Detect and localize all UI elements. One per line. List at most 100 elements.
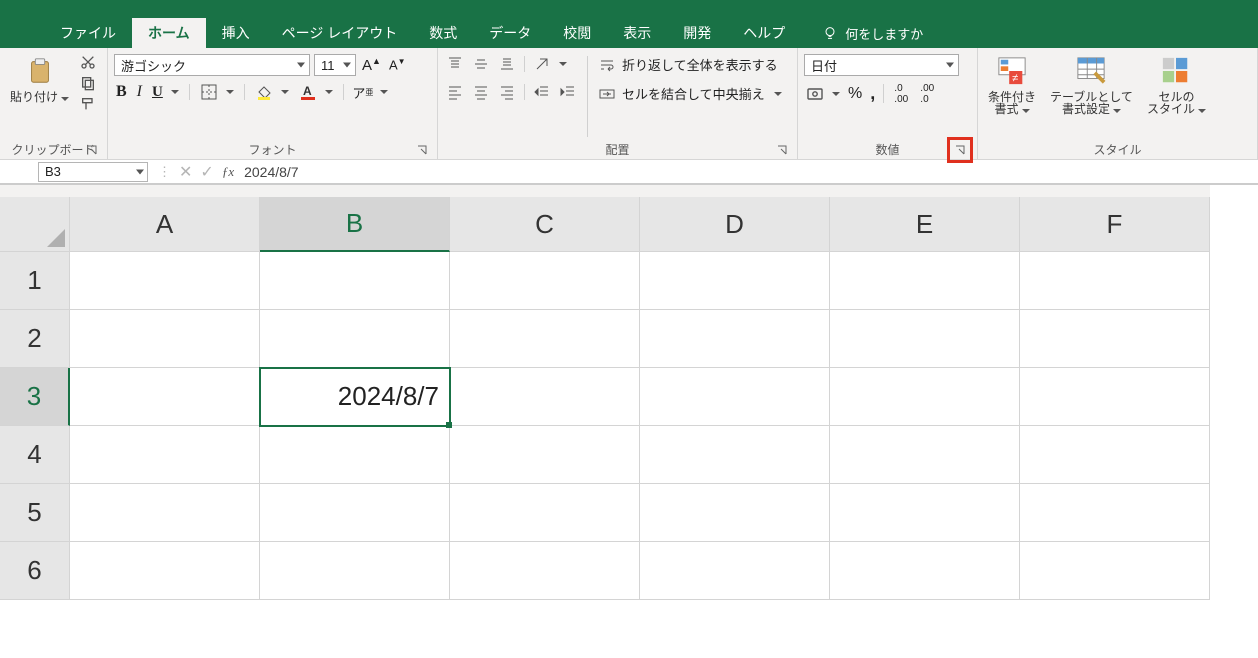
- row-header-1[interactable]: 1: [0, 252, 70, 310]
- increase-indent-button[interactable]: [557, 82, 579, 102]
- copy-button[interactable]: [79, 75, 97, 93]
- borders-button[interactable]: [198, 82, 236, 102]
- conditional-format-button[interactable]: ≠ 条件付き 書式: [984, 54, 1040, 117]
- align-bottom-button[interactable]: [496, 54, 518, 74]
- formulas-tab[interactable]: 数式: [413, 18, 473, 48]
- row-header-5[interactable]: 5: [0, 484, 70, 542]
- cell-c4[interactable]: [450, 426, 640, 484]
- col-header-b[interactable]: B: [260, 197, 450, 252]
- formula-bar-input[interactable]: 2024/8/7: [234, 164, 1258, 180]
- data-tab[interactable]: データ: [473, 18, 547, 48]
- cell-e6[interactable]: [830, 542, 1020, 600]
- wrap-text-button[interactable]: 折り返して全体を表示する: [596, 54, 784, 75]
- merge-center-button[interactable]: セルを結合して中央揃え: [596, 83, 784, 104]
- cell-a2[interactable]: [70, 310, 260, 368]
- italic-button[interactable]: I: [135, 82, 144, 102]
- comma-button[interactable]: ,: [868, 82, 877, 105]
- cell-a4[interactable]: [70, 426, 260, 484]
- col-header-d[interactable]: D: [640, 197, 830, 252]
- cell-b4[interactable]: [260, 426, 450, 484]
- name-box[interactable]: B3: [38, 162, 148, 182]
- accounting-format-button[interactable]: [804, 82, 842, 105]
- cell-d2[interactable]: [640, 310, 830, 368]
- cell-d1[interactable]: [640, 252, 830, 310]
- cell-b5[interactable]: [260, 484, 450, 542]
- row-header-3[interactable]: 3: [0, 368, 70, 426]
- format-as-table-button[interactable]: テーブルとして 書式設定: [1046, 54, 1137, 117]
- insert-tab[interactable]: 挿入: [206, 18, 266, 48]
- cell-f3[interactable]: [1020, 368, 1210, 426]
- tell-me[interactable]: 何をしますか: [821, 18, 923, 48]
- orientation-button[interactable]: [531, 54, 569, 74]
- cell-e4[interactable]: [830, 426, 1020, 484]
- cell-c2[interactable]: [450, 310, 640, 368]
- cell-a5[interactable]: [70, 484, 260, 542]
- cell-d6[interactable]: [640, 542, 830, 600]
- cell-d4[interactable]: [640, 426, 830, 484]
- align-right-button[interactable]: [496, 82, 518, 102]
- font-color-button[interactable]: A: [297, 82, 335, 102]
- developer-tab[interactable]: 開発: [667, 18, 727, 48]
- decrease-decimal-button[interactable]: .00.0: [916, 82, 938, 105]
- cell-f6[interactable]: [1020, 542, 1210, 600]
- shrink-font-button[interactable]: A▼: [387, 56, 408, 73]
- format-painter-button[interactable]: [79, 96, 97, 114]
- col-header-f[interactable]: F: [1020, 197, 1210, 252]
- row-header-4[interactable]: 4: [0, 426, 70, 484]
- review-tab[interactable]: 校閲: [547, 18, 607, 48]
- cell-d5[interactable]: [640, 484, 830, 542]
- cancel-formula-button[interactable]: ✕: [179, 162, 192, 182]
- cell-d3[interactable]: [640, 368, 830, 426]
- increase-decimal-button[interactable]: .0.00: [890, 82, 912, 105]
- cell-c1[interactable]: [450, 252, 640, 310]
- cell-f4[interactable]: [1020, 426, 1210, 484]
- row-header-6[interactable]: 6: [0, 542, 70, 600]
- spreadsheet-grid[interactable]: A B C D E F 1 2 3 2024/8/7 4 5 6: [0, 184, 1258, 600]
- col-header-a[interactable]: A: [70, 197, 260, 252]
- view-tab[interactable]: 表示: [607, 18, 667, 48]
- cell-f2[interactable]: [1020, 310, 1210, 368]
- paste-button[interactable]: 貼り付け: [6, 54, 73, 105]
- cell-e5[interactable]: [830, 484, 1020, 542]
- clipboard-launcher[interactable]: [85, 143, 99, 157]
- percent-button[interactable]: %: [846, 82, 864, 105]
- fill-color-button[interactable]: [253, 82, 291, 102]
- cell-e2[interactable]: [830, 310, 1020, 368]
- align-center-button[interactable]: [470, 82, 492, 102]
- cell-e3[interactable]: [830, 368, 1020, 426]
- cut-button[interactable]: [79, 54, 97, 72]
- font-size-select[interactable]: 11: [314, 54, 356, 76]
- number-launcher[interactable]: [947, 137, 973, 163]
- cell-c5[interactable]: [450, 484, 640, 542]
- help-tab[interactable]: ヘルプ: [727, 18, 801, 48]
- phonetic-button[interactable]: ア亜: [352, 82, 390, 102]
- col-header-e[interactable]: E: [830, 197, 1020, 252]
- align-left-button[interactable]: [444, 82, 466, 102]
- fx-button[interactable]: ƒx: [222, 164, 234, 180]
- cell-f5[interactable]: [1020, 484, 1210, 542]
- cell-b1[interactable]: [260, 252, 450, 310]
- home-tab[interactable]: ホーム: [132, 18, 206, 48]
- cell-a6[interactable]: [70, 542, 260, 600]
- cell-a3[interactable]: [70, 368, 260, 426]
- col-header-c[interactable]: C: [450, 197, 640, 252]
- page-layout-tab[interactable]: ページ レイアウト: [266, 18, 414, 48]
- cell-c3[interactable]: [450, 368, 640, 426]
- align-launcher[interactable]: [775, 143, 789, 157]
- cell-c6[interactable]: [450, 542, 640, 600]
- file-tab[interactable]: ファイル: [44, 18, 132, 48]
- grow-font-button[interactable]: A▲: [360, 55, 383, 75]
- cell-e1[interactable]: [830, 252, 1020, 310]
- font-name-select[interactable]: 游ゴシック: [114, 54, 310, 76]
- row-header-2[interactable]: 2: [0, 310, 70, 368]
- underline-button[interactable]: U: [150, 83, 181, 102]
- cell-b2[interactable]: [260, 310, 450, 368]
- decrease-indent-button[interactable]: [531, 82, 553, 102]
- cell-b3[interactable]: 2024/8/7: [260, 368, 450, 426]
- font-launcher[interactable]: [415, 143, 429, 157]
- align-middle-button[interactable]: [470, 54, 492, 74]
- enter-formula-button[interactable]: ✓: [200, 162, 213, 182]
- cell-styles-button[interactable]: セルの スタイル: [1143, 54, 1210, 117]
- number-format-select[interactable]: 日付: [804, 54, 959, 76]
- select-all-corner[interactable]: [0, 197, 70, 252]
